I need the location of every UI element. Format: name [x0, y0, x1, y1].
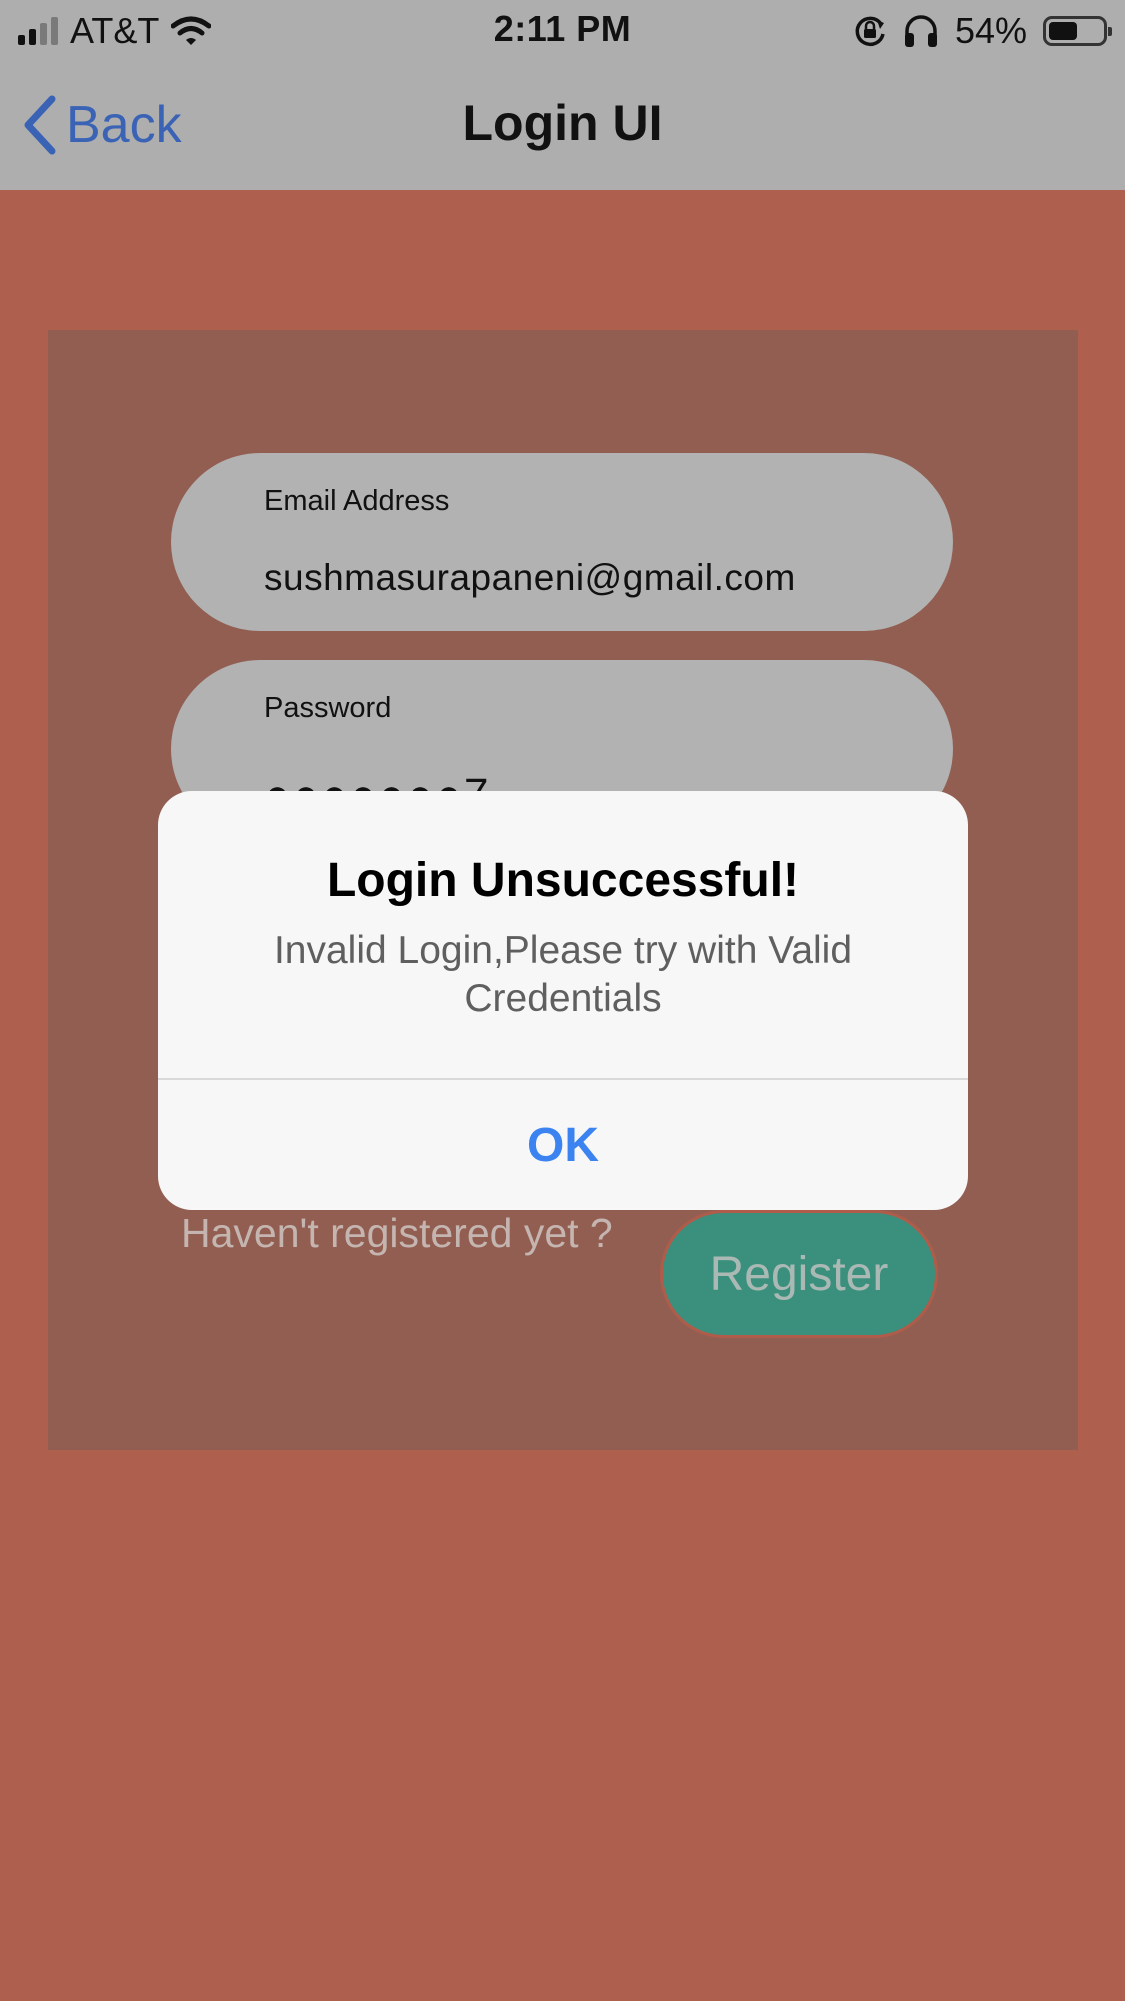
email-input[interactable]: sushmasurapaneni@gmail.com: [264, 557, 796, 599]
headphones-icon: [904, 15, 937, 47]
alert-dialog: Login Unsuccessful! Invalid Login,Please…: [158, 791, 968, 1210]
battery-icon: [1043, 16, 1112, 46]
alert-message: Invalid Login,Please try with Valid Cred…: [273, 929, 853, 1020]
register-button-label: Register: [709, 1247, 889, 1301]
page-title: Login UI: [462, 95, 663, 151]
orientation-lock-icon: [855, 16, 885, 47]
alert-ok-button[interactable]: OK: [158, 1080, 968, 1210]
alert-title: Login Unsuccessful!: [326, 854, 800, 907]
status-bar-right: 54%: [853, 10, 1112, 52]
battery-percent: 54%: [954, 10, 1027, 51]
email-field[interactable]: Email Address sushmasurapaneni@gmail.com: [171, 453, 953, 631]
register-prompt: Haven't registered yet ?: [181, 1210, 613, 1256]
alert-ok-label: OK: [527, 1118, 599, 1172]
battery-fill: [1049, 22, 1077, 40]
email-label: Email Address: [264, 485, 450, 517]
register-button[interactable]: Register: [660, 1210, 938, 1338]
navigation-bar: Back Login UI: [0, 62, 1125, 190]
password-label: Password: [264, 692, 392, 724]
status-bar: AT&T 2:11 PM 54%: [0, 0, 1125, 62]
